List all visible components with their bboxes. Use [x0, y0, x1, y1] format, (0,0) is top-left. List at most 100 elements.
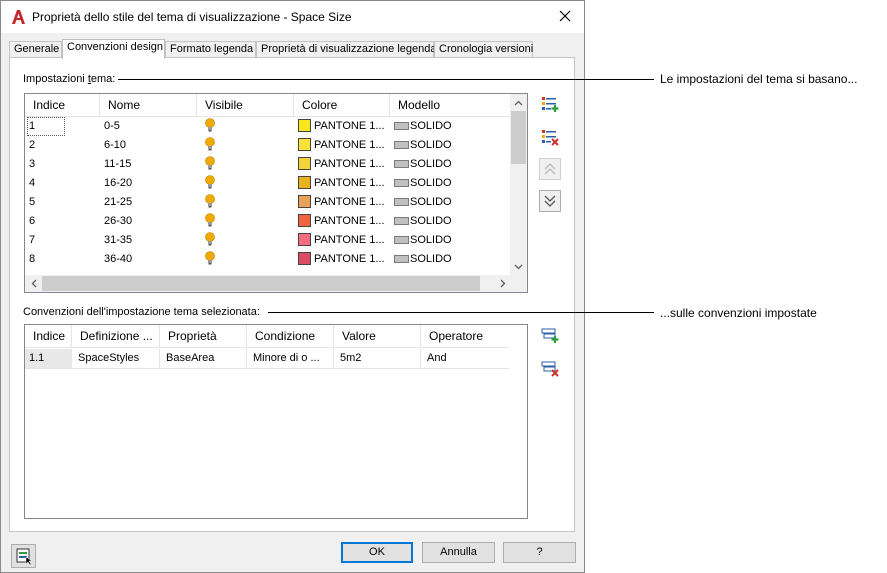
- tab-proprieta-visualizzazione-legenda[interactable]: Proprietà di visualizzazione legenda: [256, 41, 437, 58]
- column-header-indice[interactable]: Indice: [25, 94, 100, 117]
- theme-row-pattern[interactable]: SOLIDO: [390, 155, 511, 174]
- theme-row-color[interactable]: PANTONE 1...: [294, 155, 390, 174]
- theme-row-color[interactable]: PANTONE 1...: [294, 117, 390, 136]
- column-header-visibile[interactable]: Visibile: [197, 94, 294, 117]
- theme-grid-vertical-scrollbar[interactable]: [510, 94, 527, 275]
- rules-column-header-proprieta[interactable]: Proprietà: [160, 325, 247, 348]
- theme-row-visible[interactable]: [197, 250, 294, 269]
- move-down-button[interactable]: [539, 190, 561, 212]
- theme-row[interactable]: 6 26-30 PANTONE 1... SOLIDO: [25, 212, 511, 231]
- theme-grid-horizontal-scrollbar[interactable]: [25, 275, 511, 292]
- theme-row-pattern[interactable]: SOLIDO: [390, 212, 511, 231]
- theme-row-pattern[interactable]: SOLIDO: [390, 193, 511, 212]
- rule-row[interactable]: 1.1 SpaceStyles BaseArea Minore di o ... 5m2…: [25, 349, 509, 369]
- pattern-swatch: [394, 255, 409, 263]
- theme-row-index: 2: [25, 136, 100, 155]
- theme-row-name[interactable]: 6-10: [100, 136, 197, 155]
- rules-column-header-definizione[interactable]: Definizione ...: [72, 325, 160, 348]
- theme-row-name[interactable]: 26-30: [100, 212, 197, 231]
- rule-row-condition[interactable]: Minore di o ...: [247, 349, 334, 368]
- rules-column-header-indice[interactable]: Indice: [25, 325, 72, 348]
- column-header-modello[interactable]: Modello: [390, 94, 511, 117]
- theme-row[interactable]: 5 21-25 PANTONE 1... SOLIDO: [25, 193, 511, 212]
- lightbulb-on-icon[interactable]: [204, 174, 216, 190]
- rule-row-index[interactable]: 1.1: [25, 349, 72, 368]
- theme-row-pattern[interactable]: SOLIDO: [390, 136, 511, 155]
- scroll-left-button[interactable]: [25, 275, 42, 292]
- column-header-nome[interactable]: Nome: [100, 94, 197, 117]
- theme-settings-label-part2: ema:: [90, 73, 116, 85]
- lightbulb-on-icon[interactable]: [204, 136, 216, 152]
- theme-row-name[interactable]: 0-5: [100, 117, 197, 136]
- column-header-colore[interactable]: Colore: [294, 94, 390, 117]
- theme-row-visible[interactable]: [197, 117, 294, 136]
- theme-row-color[interactable]: PANTONE 1...: [294, 174, 390, 193]
- theme-row-color[interactable]: PANTONE 1...: [294, 136, 390, 155]
- remove-rule-button[interactable]: [539, 357, 561, 379]
- rule-row-property[interactable]: BaseArea: [160, 349, 247, 368]
- theme-settings-grid[interactable]: Indice Nome Visibile Colore Modello 1 0-5…: [24, 93, 528, 293]
- scroll-down-button[interactable]: [510, 258, 527, 275]
- lightbulb-on-icon[interactable]: [204, 250, 216, 266]
- add-rule-button[interactable]: [539, 324, 561, 346]
- horizontal-scroll-thumb[interactable]: [42, 276, 480, 291]
- theme-row-pattern[interactable]: SOLIDO: [390, 117, 511, 136]
- lightbulb-on-icon[interactable]: [204, 117, 216, 133]
- lightbulb-on-icon[interactable]: [204, 231, 216, 247]
- theme-row-pattern[interactable]: SOLIDO: [390, 250, 511, 269]
- theme-row-name[interactable]: 36-40: [100, 250, 197, 269]
- theme-row-name[interactable]: 31-35: [100, 231, 197, 250]
- help-button[interactable]: ?: [503, 542, 576, 563]
- theme-row-visible[interactable]: [197, 212, 294, 231]
- rules-column-header-operatore[interactable]: Operatore: [421, 325, 509, 348]
- theme-row-name[interactable]: 11-15: [100, 155, 197, 174]
- theme-row-pattern[interactable]: SOLIDO: [390, 231, 511, 250]
- theme-row-color[interactable]: PANTONE 1...: [294, 231, 390, 250]
- theme-row-name[interactable]: 16-20: [100, 174, 197, 193]
- theme-row-visible[interactable]: [197, 231, 294, 250]
- remove-theme-setting-button[interactable]: [539, 126, 561, 148]
- tab-panel: Impostazioni tema: Indice Nome Visibile …: [9, 57, 575, 532]
- theme-row[interactable]: 8 36-40 PANTONE 1... SOLIDO: [25, 250, 511, 269]
- theme-row-visible[interactable]: [197, 136, 294, 155]
- theme-row-color[interactable]: PANTONE 1...: [294, 193, 390, 212]
- theme-row[interactable]: 7 31-35 PANTONE 1... SOLIDO: [25, 231, 511, 250]
- lightbulb-on-icon[interactable]: [204, 212, 216, 228]
- theme-row-pattern[interactable]: SOLIDO: [390, 174, 511, 193]
- remove-list-item-icon: [542, 130, 559, 146]
- theme-row-color[interactable]: PANTONE 1...: [294, 250, 390, 269]
- lightbulb-on-icon[interactable]: [204, 155, 216, 171]
- theme-row-visible[interactable]: [197, 174, 294, 193]
- rules-grid[interactable]: Indice Definizione ... Proprietà Condizi…: [24, 324, 528, 519]
- color-swatch: [298, 233, 311, 246]
- scroll-right-button[interactable]: [494, 275, 511, 292]
- move-up-button[interactable]: [539, 158, 561, 180]
- theme-row[interactable]: 1 0-5 PANTONE 1... SOLIDO: [25, 117, 511, 136]
- vertical-scroll-thumb[interactable]: [511, 111, 526, 164]
- theme-row[interactable]: 2 6-10 PANTONE 1... SOLIDO: [25, 136, 511, 155]
- rule-row-operator[interactable]: And: [421, 349, 509, 368]
- theme-row-visible[interactable]: [197, 155, 294, 174]
- theme-settings-label: Impostazioni tema:: [23, 73, 115, 85]
- theme-row[interactable]: 3 11-15 PANTONE 1... SOLIDO: [25, 155, 511, 174]
- pattern-swatch: [394, 122, 409, 130]
- lightbulb-on-icon[interactable]: [204, 193, 216, 209]
- rule-row-definition[interactable]: SpaceStyles: [72, 349, 160, 368]
- theme-row-visible[interactable]: [197, 193, 294, 212]
- rules-column-header-valore[interactable]: Valore: [334, 325, 421, 348]
- style-manager-button[interactable]: [11, 544, 36, 568]
- close-button[interactable]: [550, 3, 580, 29]
- theme-row[interactable]: 4 16-20 PANTONE 1... SOLIDO: [25, 174, 511, 193]
- tab-formato-legenda[interactable]: Formato legenda: [165, 41, 256, 58]
- theme-row-name[interactable]: 21-25: [100, 193, 197, 212]
- tab-cronologia-versioni[interactable]: Cronologia versioni: [434, 41, 533, 58]
- tab-generale[interactable]: Generale: [9, 41, 62, 58]
- rule-row-value[interactable]: 5m2: [334, 349, 421, 368]
- tab-convenzioni-design[interactable]: Convenzioni design: [62, 39, 165, 59]
- theme-row-color[interactable]: PANTONE 1...: [294, 212, 390, 231]
- add-theme-setting-button[interactable]: [539, 93, 561, 115]
- rules-column-header-condizione[interactable]: Condizione: [247, 325, 334, 348]
- ok-button[interactable]: OK: [341, 542, 413, 563]
- scroll-up-button[interactable]: [510, 94, 527, 111]
- cancel-button[interactable]: Annulla: [422, 542, 495, 563]
